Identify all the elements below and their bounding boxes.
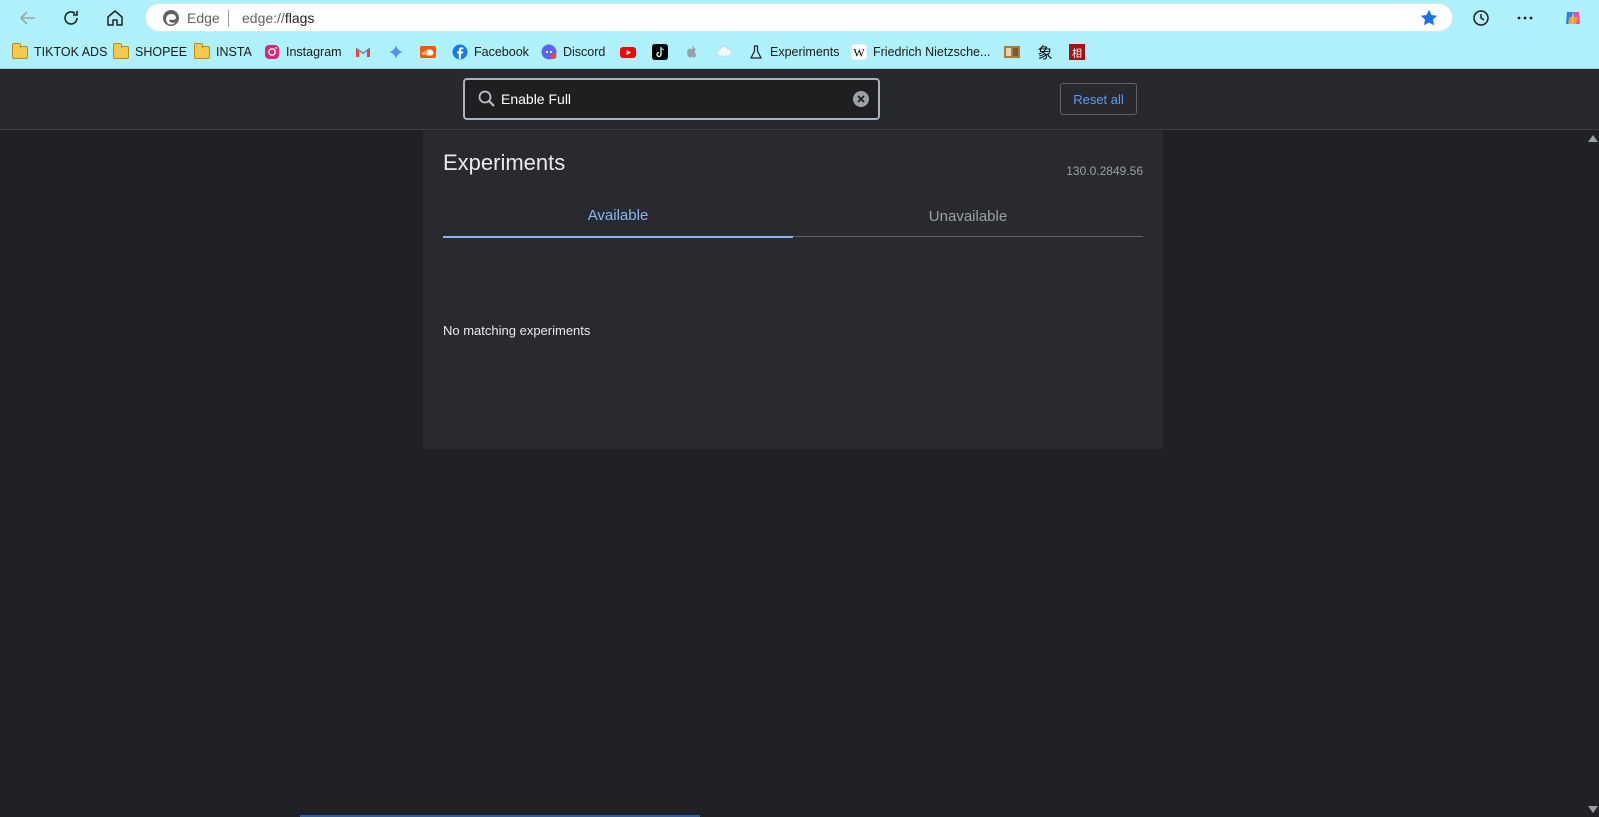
bookmark-experiments[interactable]: Experiments bbox=[748, 41, 839, 63]
bookmark-image[interactable] bbox=[1004, 41, 1020, 63]
back-button[interactable] bbox=[13, 3, 43, 33]
clear-search-icon[interactable] bbox=[852, 90, 870, 108]
more-dots-icon bbox=[1517, 16, 1533, 20]
browser-toolbar: Edge edge://flags bbox=[0, 0, 1599, 35]
folder-icon bbox=[12, 42, 28, 60]
bookmark-label: SHOPEE bbox=[135, 45, 188, 59]
search-input[interactable] bbox=[501, 86, 841, 112]
tab-available[interactable]: Available bbox=[443, 195, 793, 238]
tab-unavailable[interactable]: Unavailable bbox=[793, 195, 1143, 237]
url-path: flags bbox=[284, 10, 315, 26]
folder-icon bbox=[113, 42, 129, 60]
bookmark-gmail[interactable] bbox=[355, 41, 371, 63]
refresh-icon bbox=[64, 11, 78, 25]
bookmark-tiktok[interactable] bbox=[652, 41, 668, 63]
copilot-button[interactable] bbox=[1558, 3, 1588, 33]
reset-all-button[interactable]: Reset all bbox=[1060, 83, 1137, 115]
page-title: Experiments bbox=[443, 150, 566, 175]
search-box[interactable] bbox=[463, 78, 880, 120]
bookmark-instagram[interactable]: Instagram bbox=[264, 41, 342, 63]
version-label: 130.0.2849.56 bbox=[1066, 164, 1143, 178]
address-bar[interactable]: Edge edge://flags bbox=[145, 3, 1453, 32]
more-options-button[interactable] bbox=[1510, 3, 1540, 33]
bookmark-label: INSTA bbox=[216, 45, 252, 59]
scroll-up-arrow-icon[interactable] bbox=[1588, 135, 1598, 142]
scroll-down-arrow-icon[interactable] bbox=[1588, 806, 1598, 813]
folder-icon bbox=[194, 42, 210, 60]
flask-icon bbox=[748, 44, 764, 60]
bookmark-label: Discord bbox=[563, 45, 606, 59]
history-button[interactable] bbox=[1466, 3, 1496, 33]
facebook-icon bbox=[452, 44, 468, 60]
bookmark-wikipedia[interactable]: W Friedrich Nietzsche... bbox=[851, 41, 990, 63]
cloud-icon bbox=[716, 44, 732, 60]
bookmark-discord[interactable]: Discord bbox=[541, 41, 605, 63]
youtube-icon bbox=[620, 44, 636, 60]
tiktok-icon bbox=[652, 44, 668, 60]
soundcloud-icon bbox=[420, 44, 436, 60]
instagram-icon bbox=[264, 44, 280, 60]
image-icon bbox=[1004, 44, 1020, 60]
experiments-panel: Experiments 130.0.2849.56 Available Unav… bbox=[423, 131, 1163, 449]
gmail-icon bbox=[355, 44, 371, 60]
bookmark-facebook[interactable]: Facebook bbox=[452, 41, 529, 63]
bookmark-youtube[interactable] bbox=[620, 41, 636, 63]
bookmark-label: Friedrich Nietzsche... bbox=[873, 45, 991, 59]
back-arrow-icon bbox=[19, 11, 35, 25]
bookmark-kanji[interactable]: 象 bbox=[1037, 41, 1053, 63]
bookmark-label: Instagram bbox=[286, 45, 342, 59]
address-separator bbox=[228, 10, 229, 27]
bookmark-insta[interactable]: INSTA bbox=[194, 41, 252, 63]
no-matching-experiments-message: No matching experiments bbox=[443, 323, 591, 338]
copilot-icon bbox=[1566, 12, 1580, 24]
home-icon bbox=[107, 10, 123, 26]
bookmarks-bar: TIKTOK ADS SHOPEE INSTA Instagram Facebo… bbox=[0, 35, 1599, 69]
gemini-icon bbox=[388, 44, 404, 60]
kanji-icon: 象 bbox=[1037, 43, 1053, 62]
bookmark-apple[interactable] bbox=[684, 41, 700, 63]
apple-icon bbox=[684, 44, 700, 60]
search-icon bbox=[478, 90, 495, 107]
flags-header: Reset all bbox=[0, 69, 1599, 130]
bookmark-tiktok-ads[interactable]: TIKTOK ADS bbox=[12, 41, 107, 63]
bookmark-label: Experiments bbox=[770, 45, 840, 59]
site-name: Edge bbox=[187, 10, 220, 26]
bookmark-gemini[interactable] bbox=[388, 41, 404, 63]
svg-text:W: W bbox=[853, 46, 865, 60]
bookmark-cloud[interactable] bbox=[716, 41, 732, 63]
discord-icon bbox=[541, 44, 557, 60]
bookmark-shopee[interactable]: SHOPEE bbox=[113, 41, 187, 63]
red-seal-icon: 相 bbox=[1069, 44, 1085, 60]
url-prefix: edge:// bbox=[242, 10, 285, 26]
tab-bar: Available Unavailable bbox=[443, 195, 1143, 238]
home-button[interactable] bbox=[100, 3, 130, 33]
bookmark-label: TIKTOK ADS bbox=[34, 45, 108, 59]
favorite-star-icon[interactable] bbox=[1419, 8, 1439, 28]
url-text[interactable]: edge://flags bbox=[242, 10, 314, 26]
edge-logo-icon bbox=[163, 10, 179, 26]
history-icon bbox=[1473, 10, 1489, 26]
bookmark-red-seal[interactable]: 相 bbox=[1069, 41, 1085, 63]
bookmark-label: Facebook bbox=[474, 45, 529, 59]
bookmark-soundcloud[interactable] bbox=[420, 41, 436, 63]
refresh-button[interactable] bbox=[56, 3, 86, 33]
wikipedia-icon: W bbox=[851, 44, 867, 60]
page-scrollbar[interactable] bbox=[1585, 131, 1599, 817]
